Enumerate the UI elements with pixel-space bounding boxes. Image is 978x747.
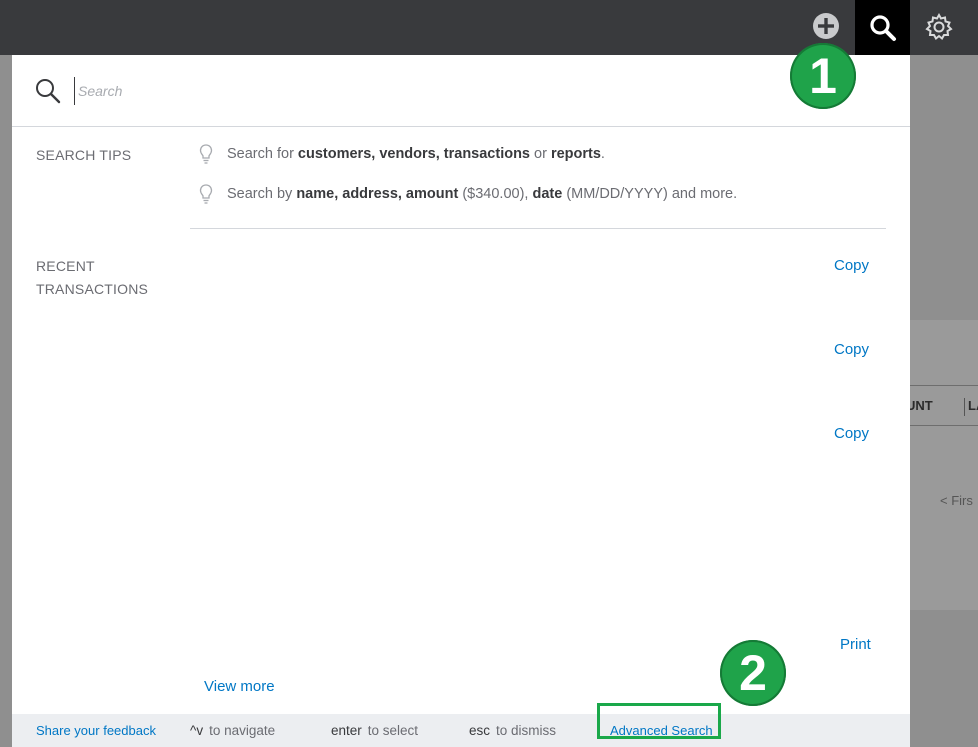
enter-key: enter <box>331 723 362 738</box>
search-field-icon-wrapper <box>34 77 62 105</box>
settings-button[interactable] <box>920 8 958 46</box>
search-input[interactable] <box>74 77 640 105</box>
select-hint-text: to select <box>367 723 419 738</box>
callout-badge-2: 2 <box>720 640 786 706</box>
background-card <box>910 320 978 610</box>
search-tip: Search for customers, vendors, transacti… <box>198 143 605 165</box>
callout-badge-1: 1 <box>790 43 856 109</box>
search-row <box>12 55 910 127</box>
recent-heading-line: RECENT <box>36 258 95 274</box>
search-panel: SEARCH TIPS Search for customers, vendor… <box>12 55 910 747</box>
recent-heading-line: TRANSACTIONS <box>36 281 149 297</box>
navigate-hint-text: to navigate <box>209 723 276 738</box>
tip-text-part: . <box>600 146 605 162</box>
search-tips-heading: SEARCH TIPS <box>36 147 132 163</box>
print-transaction-link[interactable]: Print <box>840 636 871 653</box>
advanced-search-highlight <box>597 703 721 739</box>
tip-text-bold: name, address, amount <box>296 186 459 202</box>
tip-text-part: (MM/DD/YYYY) and more. <box>562 186 738 202</box>
background-divider <box>910 425 978 426</box>
search-icon <box>36 79 61 104</box>
create-button[interactable] <box>811 11 841 41</box>
tip-text-part: ($340.00), <box>458 186 533 202</box>
tip-text: Search by name, address, amount ($340.00… <box>227 186 737 202</box>
tip-text-bold: reports <box>550 146 601 162</box>
search-icon <box>869 14 896 41</box>
share-feedback-link[interactable]: Share your feedback <box>36 723 156 738</box>
background-pager-first: < Firs <box>940 493 973 508</box>
background-column-la: LA <box>964 398 978 416</box>
tip-text-bold: date <box>532 186 563 202</box>
background-divider <box>910 385 978 386</box>
lightbulb-icon <box>199 144 213 164</box>
navigate-key: ^v <box>190 723 204 738</box>
tips-divider <box>190 228 886 229</box>
select-hint: enter to select <box>331 723 418 738</box>
gear-icon <box>925 12 953 41</box>
esc-key: esc <box>469 723 491 738</box>
lightbulb-icon <box>199 184 213 204</box>
recent-transactions-heading: RECENT TRANSACTIONS <box>36 255 148 301</box>
dismiss-hint-text: to dismiss <box>496 723 557 738</box>
search-footer: Share your feedback ^v to navigate enter t… <box>12 714 910 747</box>
search-tip: Search by name, address, amount ($340.00… <box>198 183 737 205</box>
tip-text: Search for customers, vendors, transacti… <box>227 146 605 162</box>
dismiss-hint: esc to dismiss <box>469 723 556 738</box>
background-column-amount: UNT <box>906 398 933 413</box>
search-button[interactable] <box>855 0 910 55</box>
tip-text-part: Search for <box>227 146 298 162</box>
copy-transaction-link[interactable]: Copy <box>834 425 869 442</box>
navigate-hint: ^v to navigate <box>190 723 275 738</box>
view-more-link[interactable]: View more <box>204 678 275 695</box>
tip-text-bold: customers, vendors, transactions <box>297 146 530 162</box>
plus-circle-icon <box>813 13 839 39</box>
copy-transaction-link[interactable]: Copy <box>834 257 869 274</box>
copy-transaction-link[interactable]: Copy <box>834 341 869 358</box>
tip-text-part: or <box>530 146 551 162</box>
tip-text-part: Search by <box>227 186 297 202</box>
